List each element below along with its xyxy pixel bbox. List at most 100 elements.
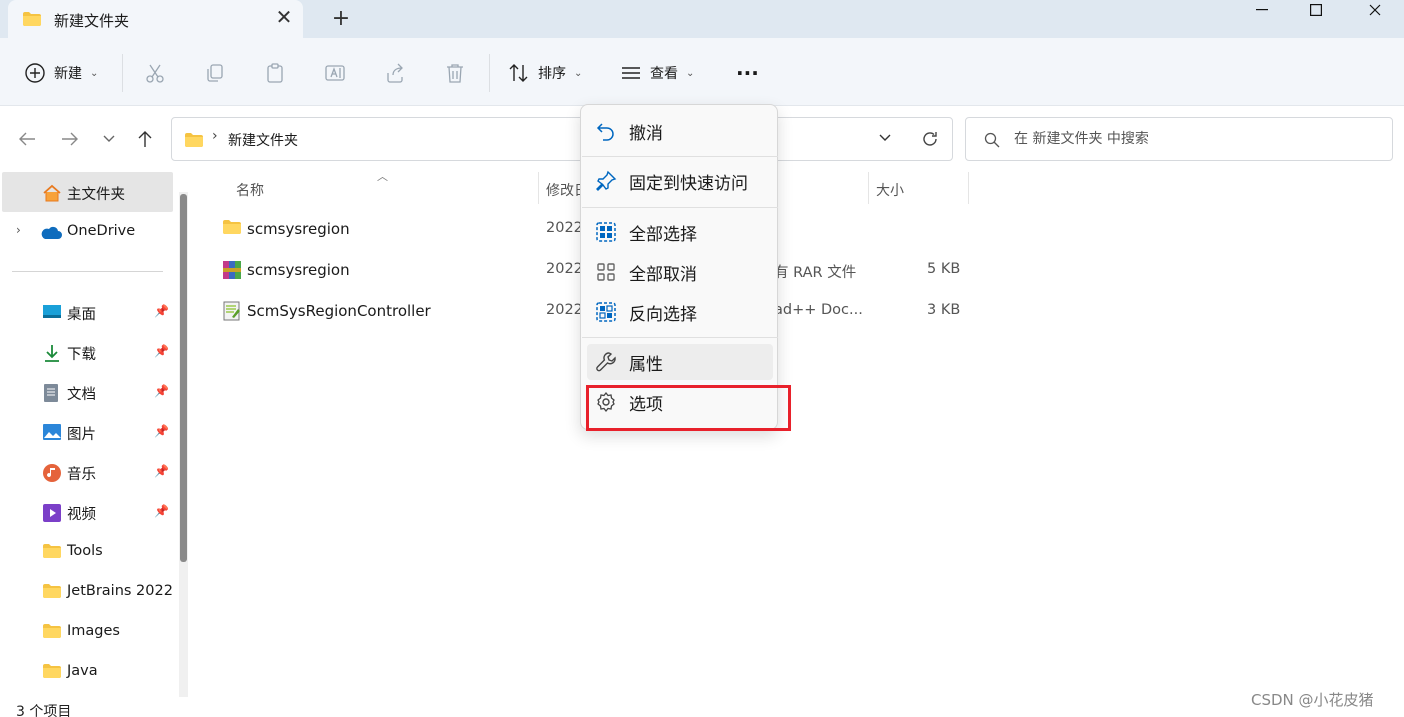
maximize-button[interactable] bbox=[1293, 0, 1339, 20]
chevron-down-icon bbox=[879, 134, 891, 141]
cut-icon[interactable] bbox=[144, 62, 166, 84]
sidebar-item-label: OneDrive bbox=[67, 223, 136, 239]
column-header-size[interactable]: 大小 bbox=[876, 180, 904, 200]
refresh-button[interactable] bbox=[920, 129, 940, 153]
navigation-pane: 主文件夹 › OneDrive 桌面 📌 下载 📌 文档 📌 图片 📌 音乐 📌… bbox=[0, 170, 196, 697]
close-tab-button[interactable]: ✕ bbox=[274, 7, 294, 27]
view-button[interactable]: 查看 ⌄ bbox=[620, 56, 694, 90]
breadcrumb-separator[interactable]: › bbox=[212, 128, 218, 144]
breadcrumb-current[interactable]: 新建文件夹 bbox=[228, 130, 298, 150]
sidebar-item-label: 文档 bbox=[67, 387, 96, 403]
chevron-down-icon: ⌄ bbox=[90, 67, 99, 79]
sidebar-item-documents[interactable]: 文档 📌 bbox=[0, 372, 176, 412]
menu-item-label: 全部取消 bbox=[629, 265, 697, 285]
folder-icon bbox=[42, 543, 62, 563]
file-name: scmsysregion bbox=[247, 261, 350, 279]
music-icon bbox=[42, 463, 62, 483]
pictures-icon bbox=[42, 423, 62, 443]
sidebar-divider bbox=[12, 271, 163, 272]
pin-icon[interactable]: 📌 bbox=[154, 344, 169, 358]
recent-locations-button[interactable] bbox=[96, 126, 122, 152]
file-type: 有 RAR 文件 bbox=[774, 265, 857, 281]
sidebar-item-label: Images bbox=[67, 623, 120, 639]
pin-icon[interactable]: 📌 bbox=[154, 504, 169, 518]
pin-icon[interactable]: 📌 bbox=[154, 464, 169, 478]
address-dropdown-button[interactable] bbox=[878, 131, 892, 147]
menu-item-invert-selection[interactable]: 反向选择 bbox=[587, 294, 773, 330]
back-button[interactable] bbox=[14, 126, 40, 152]
scrollbar-thumb[interactable] bbox=[180, 194, 187, 562]
file-date: 2022 bbox=[546, 220, 583, 236]
arrow-left-icon bbox=[19, 132, 35, 146]
sidebar-item-label: 图片 bbox=[67, 427, 96, 443]
more-button[interactable]: ··· bbox=[736, 56, 759, 90]
sidebar-item-videos[interactable]: 视频 📌 bbox=[0, 492, 176, 532]
share-icon[interactable] bbox=[384, 62, 406, 84]
pin-icon[interactable]: 📌 bbox=[154, 304, 169, 318]
sort-button-label: 排序 bbox=[538, 66, 566, 82]
sidebar-item-label: Tools bbox=[67, 543, 103, 559]
chevron-right-icon[interactable]: › bbox=[16, 223, 21, 237]
menu-item-label: 全部选择 bbox=[629, 225, 697, 245]
sidebar-item-tools[interactable]: Tools bbox=[0, 532, 176, 572]
search-input[interactable] bbox=[1014, 128, 1374, 150]
minimize-button[interactable] bbox=[1239, 0, 1285, 20]
sidebar-item-images[interactable]: Images bbox=[0, 612, 176, 652]
new-button[interactable]: 新建 ⌄ bbox=[24, 56, 98, 90]
status-item-count: 3 个项目 bbox=[16, 704, 72, 717]
view-button-label: 查看 bbox=[650, 66, 678, 82]
sidebar-item-java[interactable]: Java bbox=[0, 652, 176, 692]
video-icon bbox=[42, 503, 62, 523]
pin-icon[interactable]: 📌 bbox=[154, 424, 169, 438]
arrow-up-icon bbox=[138, 131, 152, 147]
column-divider[interactable] bbox=[868, 172, 869, 204]
menu-item-undo[interactable]: 撤消 bbox=[587, 113, 773, 149]
folder-icon bbox=[42, 623, 62, 643]
menu-item-pin-quick-access[interactable]: 固定到快速访问 bbox=[587, 163, 773, 199]
address-bar[interactable]: › 新建文件夹 bbox=[171, 117, 953, 161]
close-window-button[interactable] bbox=[1352, 0, 1398, 20]
sidebar-item-jetbrains[interactable]: JetBrains 2022 bbox=[0, 572, 176, 612]
more-icon: ··· bbox=[736, 61, 759, 85]
file-name: ScmSysRegionController bbox=[247, 302, 431, 320]
sort-button[interactable]: 排序 ⌄ bbox=[508, 56, 582, 90]
delete-icon[interactable] bbox=[444, 62, 466, 84]
column-divider[interactable] bbox=[968, 172, 969, 204]
sidebar-item-home[interactable]: 主文件夹 bbox=[2, 172, 173, 212]
more-options-menu: 撤消 固定到快速访问 全部选择 全部取消 反向选择 属性 选项 bbox=[580, 104, 778, 430]
paste-icon[interactable] bbox=[264, 62, 286, 84]
sort-icon bbox=[509, 64, 528, 82]
rename-icon[interactable] bbox=[324, 62, 346, 84]
sidebar-item-music[interactable]: 音乐 📌 bbox=[0, 452, 176, 492]
new-tab-button[interactable]: + bbox=[330, 7, 352, 31]
menu-separator bbox=[582, 337, 778, 338]
copy-icon[interactable] bbox=[204, 62, 226, 84]
rar-archive-icon bbox=[222, 260, 242, 284]
folder-icon bbox=[42, 663, 62, 683]
new-button-label: 新建 bbox=[54, 66, 82, 82]
sidebar-item-downloads[interactable]: 下载 📌 bbox=[0, 332, 176, 372]
sidebar-scrollbar[interactable] bbox=[179, 192, 188, 697]
pin-icon bbox=[596, 170, 617, 191]
command-bar: 新建 ⌄ 排序 ⌄ 查看 ⌄ ··· bbox=[0, 38, 1404, 106]
wrench-icon bbox=[596, 352, 616, 372]
menu-item-select-none[interactable]: 全部取消 bbox=[587, 254, 773, 290]
home-icon bbox=[42, 183, 62, 203]
sidebar-item-onedrive[interactable]: › OneDrive bbox=[0, 212, 176, 252]
up-button[interactable] bbox=[132, 126, 158, 152]
sidebar-item-pictures[interactable]: 图片 📌 bbox=[0, 412, 176, 452]
title-bar: 新建文件夹 ✕ + bbox=[0, 0, 1404, 38]
search-box[interactable] bbox=[965, 117, 1393, 161]
refresh-icon bbox=[923, 132, 937, 146]
invert-selection-icon bbox=[596, 302, 616, 322]
pin-icon[interactable]: 📌 bbox=[154, 384, 169, 398]
sidebar-item-desktop[interactable]: 桌面 📌 bbox=[0, 292, 176, 332]
chevron-down-icon: ⌄ bbox=[686, 67, 695, 79]
menu-item-properties[interactable]: 属性 bbox=[587, 344, 773, 380]
column-divider[interactable] bbox=[538, 172, 539, 204]
forward-button[interactable] bbox=[57, 126, 83, 152]
notepadpp-document-icon bbox=[222, 301, 242, 325]
menu-item-select-all[interactable]: 全部选择 bbox=[587, 214, 773, 250]
tab-current[interactable]: 新建文件夹 ✕ bbox=[8, 0, 303, 38]
column-header-name[interactable]: 名称 bbox=[236, 180, 264, 200]
